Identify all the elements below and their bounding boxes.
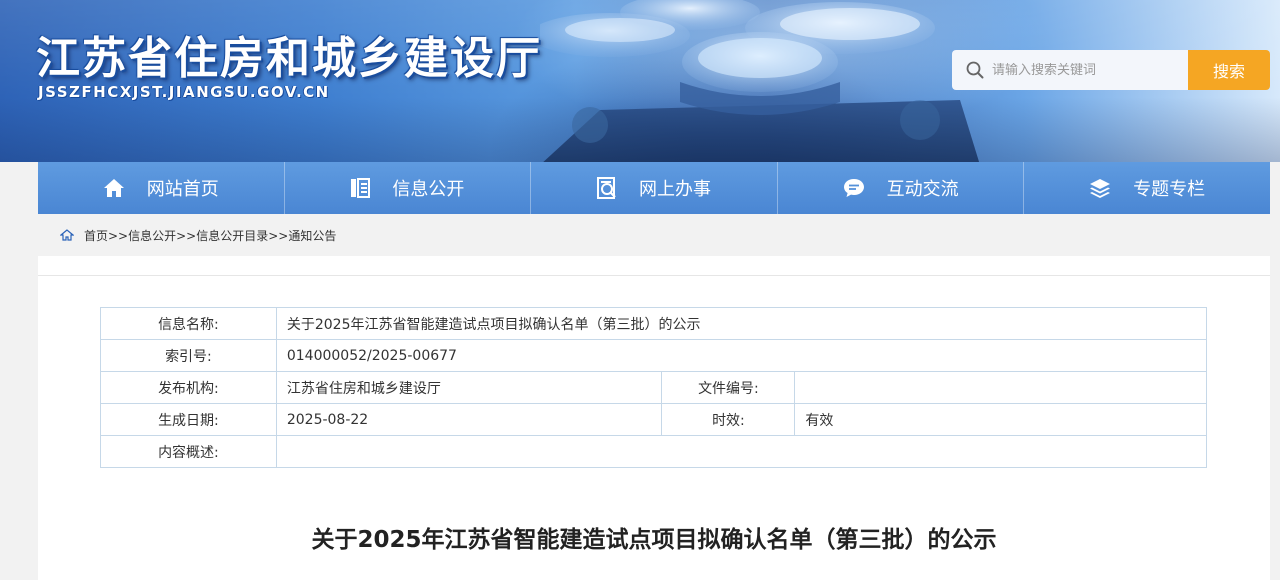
page-right-margin <box>1270 162 1280 580</box>
site-title: 江苏省住房和城乡建设厅 <box>36 33 542 84</box>
info-table: 信息名称: 关于2025年江苏省智能建造试点项目拟确认名单（第三批）的公示 索引… <box>100 307 1208 468</box>
search-input[interactable] <box>992 62 1182 78</box>
info-docno-value <box>794 371 1207 404</box>
table-row: 索引号: 014000052/2025-00677 <box>100 339 1208 372</box>
info-validity-label: 时效: <box>661 403 796 436</box>
article-title: 关于2025年江苏省智能建造试点项目拟确认名单（第三批）的公示 <box>311 527 997 553</box>
breadcrumb: 首页>>信息公开>>信息公开目录>>通知公告 <box>38 214 1270 256</box>
search-input-wrapper <box>952 50 1188 90</box>
nav-label: 互动交流 <box>886 179 959 200</box>
header-banner: 江苏省住房和城乡建设厅 JSSZFHCXJST.JIANGSU.GOV.CN 搜… <box>0 0 1280 165</box>
search-button[interactable]: 搜索 <box>1188 50 1270 90</box>
nav-label: 网站首页 <box>146 179 219 200</box>
search-icon <box>966 61 984 79</box>
info-index-label: 索引号: <box>100 339 277 372</box>
info-date-label: 生成日期: <box>100 403 277 436</box>
site-domain: JSSZFHCXJST.JIANGSU.GOV.CN <box>38 83 330 101</box>
nav-item-info-disclosure[interactable]: 信息公开 <box>285 162 532 214</box>
banner-stadium-image <box>540 0 980 165</box>
info-summary-value <box>275 435 1208 468</box>
main-nav: 网站首页 信息公开 网上办事 互动交流 专题专栏 <box>38 162 1270 214</box>
document-list-icon <box>351 178 371 198</box>
nav-label: 专题专栏 <box>1133 179 1206 200</box>
table-row: 信息名称: 关于2025年江苏省智能建造试点项目拟确认名单（第三批）的公示 <box>100 307 1208 340</box>
info-summary-label: 内容概述: <box>100 435 277 468</box>
info-validity-value: 有效 <box>794 403 1207 436</box>
nav-item-special-topics[interactable]: 专题专栏 <box>1024 162 1270 214</box>
breadcrumb-path[interactable]: 首页>>信息公开>>信息公开目录>>通知公告 <box>84 227 336 244</box>
info-docno-label: 文件编号: <box>661 371 796 404</box>
divider <box>38 275 1270 276</box>
nav-label: 网上办事 <box>638 179 711 200</box>
info-date-value: 2025-08-22 <box>275 403 663 436</box>
nav-label: 信息公开 <box>392 179 465 200</box>
table-row: 生成日期: 2025-08-22 时效: 有效 <box>100 403 1207 436</box>
info-name-value: 关于2025年江苏省智能建造试点项目拟确认名单（第三批）的公示 <box>275 307 1208 340</box>
layers-icon <box>1090 179 1111 198</box>
nav-item-online-service[interactable]: 网上办事 <box>531 162 778 214</box>
search-box: 搜索 <box>952 50 1270 90</box>
service-icon <box>596 177 616 199</box>
nav-item-interaction[interactable]: 互动交流 <box>778 162 1025 214</box>
home-icon <box>103 179 124 197</box>
info-index-value: 014000052/2025-00677 <box>275 339 1208 372</box>
info-name-label: 信息名称: <box>100 307 277 340</box>
table-row: 内容概述: <box>100 435 1208 468</box>
chat-bubble-icon <box>843 179 864 197</box>
info-publisher-label: 发布机构: <box>100 371 277 404</box>
info-publisher-value: 江苏省住房和城乡建设厅 <box>275 371 663 404</box>
main-content: 首页>>信息公开>>信息公开目录>>通知公告 信息名称: 关于2025年江苏省智… <box>38 214 1270 580</box>
breadcrumb-home-icon <box>60 229 74 241</box>
nav-item-home[interactable]: 网站首页 <box>38 162 285 214</box>
table-row: 发布机构: 江苏省住房和城乡建设厅 文件编号: <box>100 371 1207 404</box>
